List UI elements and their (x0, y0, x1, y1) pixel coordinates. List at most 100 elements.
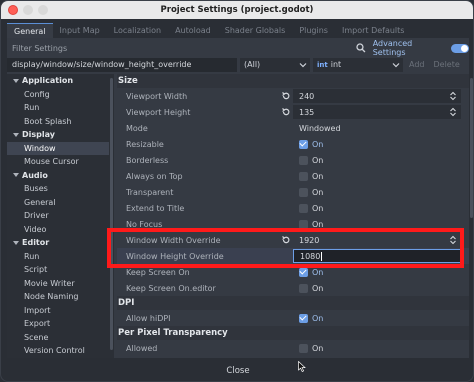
sidebar-item-label: Version Control (24, 346, 85, 356)
spinbox-value: 1920 (299, 235, 320, 245)
window-width-override-spinbox[interactable]: 1920 (293, 233, 461, 247)
sidebar-item-version-control[interactable]: Version Control (7, 344, 109, 358)
sidebar-item-label: Node Naming (24, 292, 79, 302)
checkbox-checked-icon[interactable] (299, 267, 308, 277)
int-type-icon: int (317, 60, 328, 69)
sidebar-item-window[interactable]: Window (7, 141, 109, 155)
checkbox-value: On (312, 283, 324, 293)
property-list-scrollbar[interactable] (469, 74, 473, 358)
tab-input-map[interactable]: Input Map (53, 23, 107, 38)
tab-bar: General Input Map Localization Autoload … (7, 23, 411, 38)
sidebar-item-label: Video (24, 224, 47, 234)
checkbox-icon[interactable] (299, 187, 308, 197)
sidebar-item-mouse-cursor[interactable]: Mouse Cursor (7, 155, 109, 169)
allow-hidpi-checkbox[interactable]: On (293, 311, 461, 325)
sidebar-item-application[interactable]: Application (7, 74, 109, 88)
sidebar-item-label: Scene (24, 332, 49, 342)
add-button[interactable]: Add (406, 60, 428, 69)
row-window-width-override: Window Width Override 1920 (117, 232, 469, 248)
revert-icon[interactable] (281, 91, 291, 101)
tab-shader-globals[interactable]: Shader Globals (218, 23, 293, 38)
sidebar-item-movie-writer[interactable]: Movie Writer (7, 277, 109, 291)
sidebar-item-label: Import (24, 305, 51, 315)
always-on-top-checkbox[interactable]: On (293, 169, 461, 183)
sidebar-item-buses[interactable]: Buses (7, 182, 109, 196)
checkbox-icon[interactable] (299, 155, 308, 165)
checkbox-checked-icon[interactable] (299, 313, 308, 323)
tab-general[interactable]: General (7, 23, 53, 38)
tab-import-defaults[interactable]: Import Defaults (335, 23, 412, 38)
sidebar-item-video[interactable]: Video (7, 223, 109, 237)
sidebar-scrollbar[interactable] (109, 74, 114, 358)
checkbox-icon[interactable] (299, 203, 308, 213)
keep-screen-on-editor-checkbox[interactable]: On (293, 281, 461, 295)
resizable-checkbox[interactable]: On (293, 137, 461, 151)
sidebar-item-audio[interactable]: Audio (7, 169, 109, 183)
revert-icon[interactable] (281, 235, 291, 245)
row-keep-screen-on: Keep Screen On On (117, 264, 469, 280)
transparent-checkbox[interactable]: On (293, 185, 461, 199)
feature-filter-select[interactable]: (All) (240, 57, 310, 72)
collapse-arrow-icon[interactable] (13, 132, 19, 137)
mode-select[interactable]: Windowed (293, 121, 461, 135)
project-settings-window: Project Settings (project.godot) General… (0, 0, 474, 382)
keep-screen-on-checkbox[interactable]: On (293, 265, 461, 279)
minimize-window-icon[interactable] (23, 5, 33, 15)
sidebar-item-driver[interactable]: Driver (7, 209, 109, 223)
sidebar-item-label: Window (24, 143, 56, 153)
sidebar-item-editor[interactable]: Editor (7, 236, 109, 250)
checkbox-icon[interactable] (299, 171, 308, 181)
sidebar-item-node-naming[interactable]: Node Naming (7, 290, 109, 304)
collapse-arrow-icon[interactable] (13, 173, 19, 178)
revert-icon[interactable] (281, 107, 291, 117)
sidebar-scroll-thumb[interactable] (110, 78, 113, 350)
viewport-width-spinbox[interactable]: 240 (293, 89, 461, 103)
sidebar-item-config[interactable]: Config (7, 88, 109, 102)
close-button[interactable]: Close (218, 363, 257, 379)
collapse-arrow-icon[interactable] (13, 240, 19, 245)
sidebar-item-label: Run (24, 103, 40, 113)
row-viewport-height: Viewport Height 135 (117, 104, 469, 120)
window-height-override-input[interactable]: 1080 (293, 249, 461, 263)
tab-autoload[interactable]: Autoload (168, 23, 218, 38)
spin-arrows-icon[interactable] (449, 107, 457, 117)
close-window-icon[interactable] (8, 5, 18, 15)
sidebar-item-import[interactable]: Import (7, 304, 109, 318)
checkbox-checked-icon[interactable] (299, 139, 308, 149)
type-select[interactable]: int int (313, 57, 403, 72)
chevron-down-icon (299, 62, 307, 67)
allowed-checkbox[interactable]: On (293, 341, 461, 355)
spinbox-value: 135 (299, 107, 315, 117)
tab-localization[interactable]: Localization (107, 23, 168, 38)
spin-arrows-icon[interactable] (449, 235, 457, 245)
sidebar-item-script[interactable]: Script (7, 263, 109, 277)
advanced-settings-toggle[interactable] (451, 43, 469, 53)
filter-settings-input[interactable]: Filter Settings (7, 41, 367, 55)
sidebar-item-general[interactable]: General (7, 196, 109, 210)
section-tree[interactable]: Application Config Run Boot Splash Display Wi… (7, 74, 109, 358)
sidebar-item-scene[interactable]: Scene (7, 331, 109, 345)
checkbox-icon[interactable] (299, 219, 308, 229)
property-path-input[interactable]: display/window/size/window_height_overri… (7, 57, 237, 72)
extend-to-title-checkbox[interactable]: On (293, 201, 461, 215)
viewport-height-spinbox[interactable]: 135 (293, 105, 461, 119)
advanced-settings-label: Advanced Settings (372, 39, 413, 57)
sidebar-item-run[interactable]: Run (7, 250, 109, 264)
sidebar-item-boot-splash[interactable]: Boot Splash (7, 115, 109, 129)
maximize-window-icon[interactable] (38, 5, 48, 15)
property-label: Allowed (126, 343, 158, 353)
checkbox-icon[interactable] (299, 283, 308, 293)
sidebar-item-label: Application (22, 76, 74, 86)
checkbox-icon[interactable] (299, 343, 308, 353)
spin-arrows-icon[interactable] (449, 91, 457, 101)
no-focus-checkbox[interactable]: On (293, 217, 461, 231)
tab-plugins[interactable]: Plugins (292, 23, 335, 38)
sidebar-item-export[interactable]: Export (7, 317, 109, 331)
delete-button[interactable]: Delete (431, 60, 463, 69)
borderless-checkbox[interactable]: On (293, 153, 461, 167)
sidebar-item-run[interactable]: Run (7, 101, 109, 115)
property-label: Allow hiDPI (126, 313, 171, 323)
property-scroll-thumb[interactable] (470, 78, 473, 218)
sidebar-item-display[interactable]: Display (7, 128, 109, 142)
collapse-arrow-icon[interactable] (13, 78, 19, 83)
